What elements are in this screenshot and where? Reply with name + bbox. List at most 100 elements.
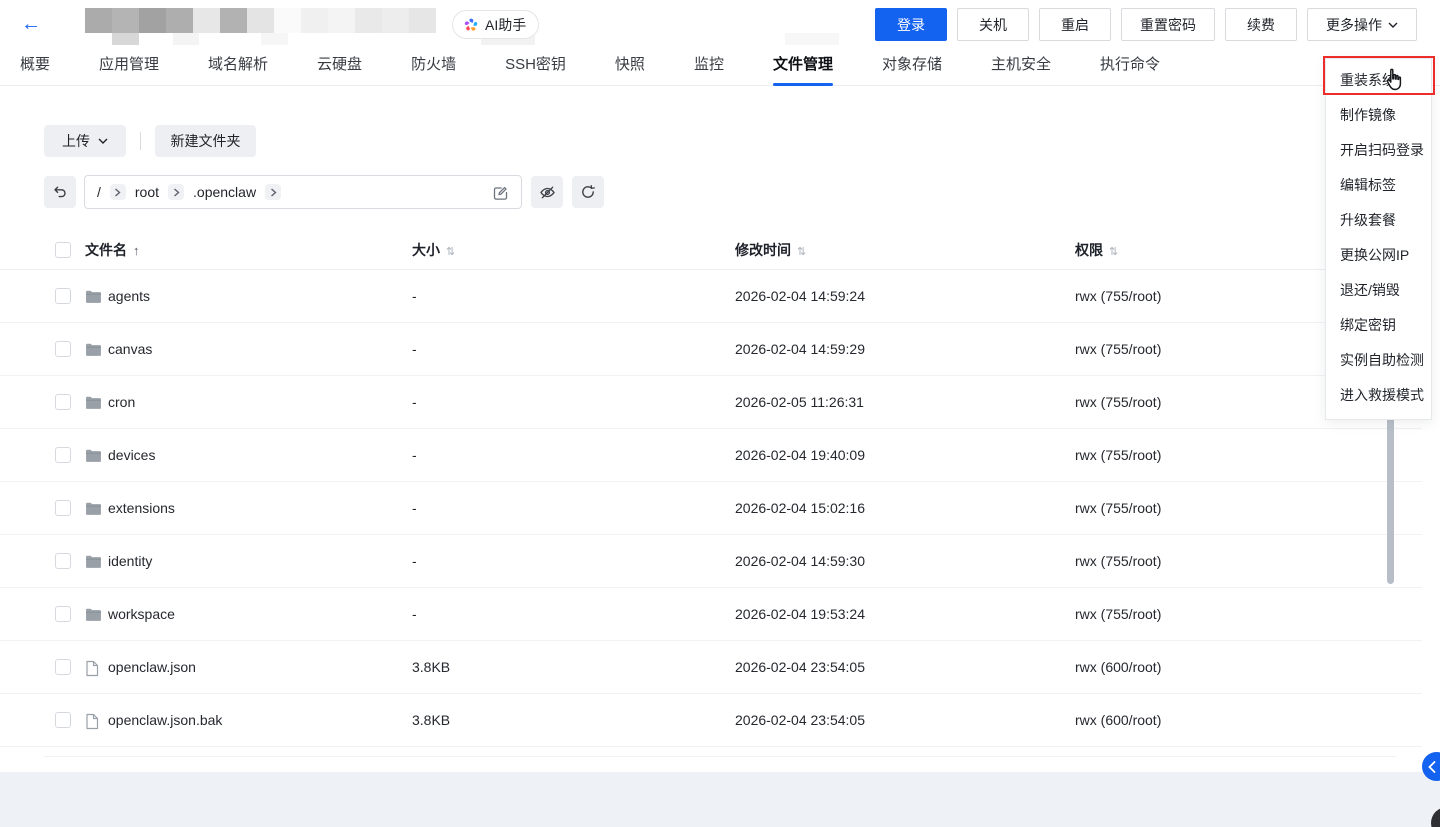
corner-fab-partial[interactable]	[1431, 807, 1440, 827]
edit-path-icon[interactable]	[492, 184, 509, 201]
tab-6[interactable]: SSH密钥	[505, 48, 566, 86]
tab-8[interactable]: 监控	[694, 48, 724, 86]
row-checkbox[interactable]	[55, 288, 71, 304]
renew-button[interactable]: 续费	[1225, 8, 1297, 41]
refresh-button[interactable]	[572, 176, 604, 208]
instance-action-buttons: 登录 关机 重启 重置密码 续费 更多操作	[875, 8, 1417, 41]
tab-12[interactable]: 执行命令	[1100, 48, 1160, 86]
folder-icon	[85, 342, 102, 360]
file-icon	[85, 660, 99, 680]
menu-item-3[interactable]: 开启扫码登录	[1326, 133, 1431, 168]
column-header-modified[interactable]: 修改时间⇅	[735, 230, 806, 270]
file-name[interactable]: canvas	[108, 323, 152, 376]
table-bottom-divider	[44, 756, 1396, 757]
tab-11[interactable]: 主机安全	[991, 48, 1051, 86]
vertical-scrollbar[interactable]	[1387, 416, 1394, 584]
upload-label: 上传	[62, 131, 90, 151]
go-up-button[interactable]	[44, 176, 76, 208]
chevron-right-icon[interactable]	[168, 184, 184, 200]
folder-icon	[85, 501, 102, 519]
chevron-right-icon[interactable]	[110, 184, 126, 200]
row-checkbox[interactable]	[55, 394, 71, 410]
tab-3[interactable]: 域名解析	[208, 48, 268, 86]
row-checkbox[interactable]	[55, 659, 71, 675]
folder-icon	[85, 395, 102, 413]
table-row: extensions-2026-02-04 15:02:16rwx (755/r…	[0, 482, 1422, 535]
shutdown-button[interactable]: 关机	[957, 8, 1029, 41]
file-size: -	[412, 429, 417, 482]
menu-item-9[interactable]: 实例自助检测	[1326, 343, 1431, 378]
tab-1[interactable]: 概要	[20, 48, 50, 86]
back-icon[interactable]: ←	[18, 11, 44, 37]
sort-icon: ⇅	[1109, 246, 1118, 258]
file-name[interactable]: identity	[108, 535, 152, 588]
redacted-block	[220, 8, 247, 33]
column-header-permission[interactable]: 权限⇅	[1075, 230, 1118, 270]
file-name[interactable]: cron	[108, 376, 135, 429]
row-checkbox[interactable]	[55, 553, 71, 569]
tab-10[interactable]: 对象存储	[882, 48, 942, 86]
menu-item-8[interactable]: 绑定密钥	[1326, 308, 1431, 343]
file-icon	[85, 713, 99, 733]
redacted-block	[382, 8, 409, 33]
more-actions-button[interactable]: 更多操作	[1307, 8, 1417, 41]
reset-password-button[interactable]: 重置密码	[1121, 8, 1215, 41]
table-row: identity-2026-02-04 14:59:30rwx (755/roo…	[0, 535, 1422, 588]
login-button[interactable]: 登录	[875, 8, 947, 41]
row-checkbox[interactable]	[55, 447, 71, 463]
select-all-checkbox[interactable]	[55, 242, 71, 258]
file-name[interactable]: workspace	[108, 588, 175, 641]
collapse-panel-button[interactable]	[1422, 752, 1440, 781]
menu-item-5[interactable]: 升级套餐	[1326, 203, 1431, 238]
tab-9[interactable]: 文件管理	[773, 48, 833, 86]
menu-item-6[interactable]: 更换公网IP	[1326, 238, 1431, 273]
tab-5[interactable]: 防火墙	[411, 48, 456, 86]
file-name[interactable]: extensions	[108, 482, 175, 535]
breadcrumb-segment-root[interactable]: root	[135, 184, 159, 200]
tab-bar: 概要 应用管理 域名解析 云硬盘 防火墙 SSH密钥 快照 监控 文件管理 对象存储 主机安全 执行命…	[0, 48, 1440, 86]
table-row: devices-2026-02-04 19:40:09rwx (755/root…	[0, 429, 1422, 482]
file-name[interactable]: openclaw.json	[108, 641, 196, 694]
file-size: -	[412, 376, 417, 429]
menu-item-10[interactable]: 进入救援模式	[1326, 378, 1431, 413]
ai-assistant-button[interactable]: AI助手	[452, 10, 539, 39]
file-name[interactable]: agents	[108, 270, 150, 323]
upload-button[interactable]: 上传	[44, 125, 126, 157]
toggle-hidden-files-button[interactable]	[531, 176, 563, 208]
file-modified-time: 2026-02-04 19:53:24	[735, 588, 865, 641]
file-permission: rwx (755/root)	[1075, 270, 1161, 323]
file-permission: rwx (755/root)	[1075, 535, 1161, 588]
menu-item-1[interactable]: 重装系统	[1326, 63, 1431, 98]
file-size: -	[412, 323, 417, 376]
tab-7[interactable]: 快照	[615, 48, 645, 86]
row-checkbox[interactable]	[55, 341, 71, 357]
path-bar: / root .openclaw	[44, 175, 604, 209]
tab-2[interactable]: 应用管理	[99, 48, 159, 86]
breadcrumb-segment-openclaw[interactable]: .openclaw	[193, 184, 256, 200]
file-modified-time: 2026-02-04 19:40:09	[735, 429, 865, 482]
file-name[interactable]: openclaw.json.bak	[108, 694, 222, 747]
redacted-block	[261, 33, 288, 45]
new-folder-button[interactable]: 新建文件夹	[155, 125, 256, 157]
row-checkbox[interactable]	[55, 500, 71, 516]
file-size: -	[412, 535, 417, 588]
menu-item-7[interactable]: 退还/销毁	[1326, 273, 1431, 308]
menu-item-2[interactable]: 制作镜像	[1326, 98, 1431, 133]
restart-button[interactable]: 重启	[1039, 8, 1111, 41]
more-actions-dropdown: 重装系统制作镜像开启扫码登录编辑标签升级套餐更换公网IP退还/销毁绑定密钥实例自…	[1325, 58, 1432, 420]
file-name[interactable]: devices	[108, 429, 155, 482]
chevron-right-icon[interactable]	[265, 184, 281, 200]
row-checkbox[interactable]	[55, 606, 71, 622]
row-checkbox[interactable]	[55, 712, 71, 728]
tab-4[interactable]: 云硬盘	[317, 48, 362, 86]
column-header-filename[interactable]: 文件名↑	[85, 230, 140, 270]
menu-item-4[interactable]: 编辑标签	[1326, 168, 1431, 203]
sort-icon: ⇅	[446, 246, 455, 258]
breadcrumb-root[interactable]: /	[97, 184, 101, 200]
redacted-block	[247, 8, 274, 33]
table-row: canvas-2026-02-04 14:59:29rwx (755/root)	[0, 323, 1422, 376]
redacted-block	[193, 8, 220, 33]
column-header-size[interactable]: 大小⇅	[412, 230, 455, 270]
breadcrumb[interactable]: / root .openclaw	[84, 175, 522, 209]
chevron-down-icon	[1388, 22, 1398, 28]
